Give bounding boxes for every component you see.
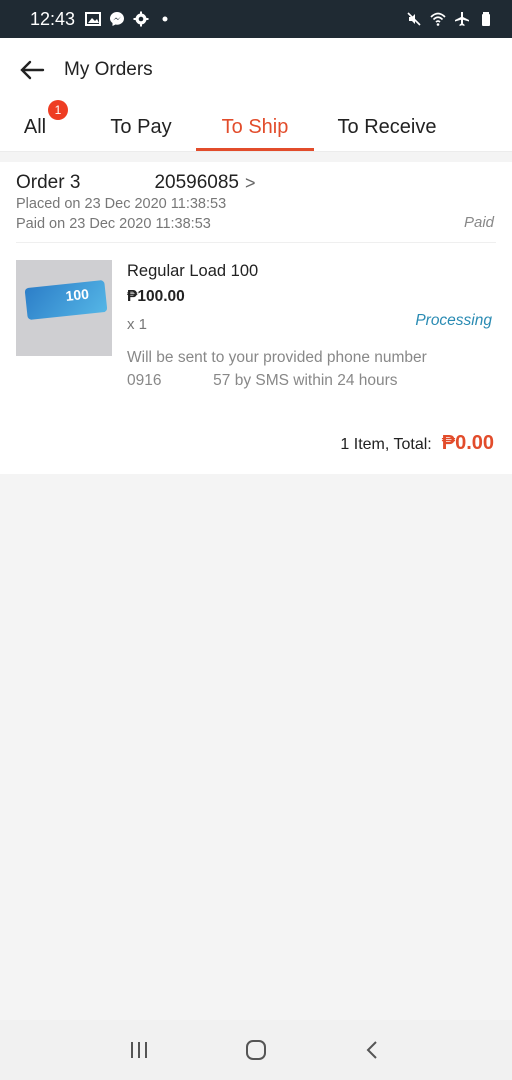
total-amount: ₱0.00 (441, 432, 494, 454)
tab-label: All (23, 115, 47, 138)
order-id-end: 20596085 (154, 172, 239, 193)
status-time: 12:43 (30, 8, 76, 29)
tab-to-receive[interactable]: To Receive (322, 102, 452, 152)
order-id-prefix: Order 3 (16, 172, 80, 194)
battery-icon (482, 12, 490, 26)
recents-icon (130, 1042, 147, 1058)
status-right-icons (406, 11, 494, 27)
order-id-start: 3 (69, 172, 81, 193)
dot-icon (162, 16, 168, 22)
product-price: ₱100.00 (127, 288, 185, 305)
delivery-note-line1: Will be sent to your provided phone numb… (127, 349, 427, 366)
image-icon (85, 12, 102, 26)
tab-all-badge: 1 (48, 100, 68, 120)
page-title: My Orders (64, 59, 153, 80)
order-total: 1 Item, Total: ₱0.00 (340, 432, 494, 455)
tab-label: To Ship (221, 115, 289, 138)
order-id-prefix-text: Order (16, 172, 70, 193)
mute-icon (407, 12, 421, 26)
gear-icon (133, 11, 149, 27)
product-thumbnail[interactable]: 100 (16, 260, 112, 356)
delivery-note-line2: 0916 57 by SMS within 24 hours (127, 372, 398, 389)
total-label: 1 Item, Total: (340, 436, 432, 453)
item-status: Processing (415, 312, 492, 329)
tab-label: To Pay (110, 115, 172, 138)
status-left-icons (85, 11, 173, 27)
arrow-left-icon (20, 60, 45, 80)
messenger-icon (110, 12, 125, 26)
product-quantity: x 1 (127, 316, 148, 333)
tab-to-ship[interactable]: To Ship (196, 102, 314, 152)
product-name[interactable]: Regular Load 100 (127, 262, 258, 281)
order-tabs: All 1 To Pay To Ship To Receive (0, 100, 512, 152)
wifi-icon (430, 12, 446, 26)
system-back-button[interactable] (353, 1030, 393, 1070)
home-icon (245, 1040, 266, 1060)
placed-on-text: Placed on 23 Dec 2020 11:38:53 (16, 196, 227, 212)
tab-label: To Receive (337, 115, 437, 138)
tab-to-pay[interactable]: To Pay (96, 102, 186, 152)
recents-button[interactable] (119, 1030, 159, 1070)
back-chevron-icon (366, 1041, 378, 1059)
order-id-link[interactable]: Order 3 20596085 > (16, 172, 256, 194)
delivery-note: Will be sent to your provided phone numb… (127, 346, 487, 392)
order-card[interactable]: Order 3 20596085 > Placed on 23 Dec 2020… (0, 162, 512, 474)
chevron-right-icon: > (244, 172, 256, 193)
system-nav-bar (0, 1020, 512, 1080)
paid-on-text: Paid on 23 Dec 2020 11:38:53 (16, 216, 211, 232)
thumb-label: 100 (64, 285, 90, 304)
app-header: My Orders (0, 38, 512, 102)
divider (16, 242, 496, 243)
load-card-graphic: 100 (24, 279, 108, 321)
status-bar: 12:43 (0, 0, 512, 38)
active-tab-indicator (196, 148, 314, 151)
home-button[interactable] (236, 1030, 276, 1070)
airplane-icon (455, 12, 469, 26)
payment-status: Paid (463, 214, 494, 231)
back-button[interactable] (0, 38, 64, 102)
